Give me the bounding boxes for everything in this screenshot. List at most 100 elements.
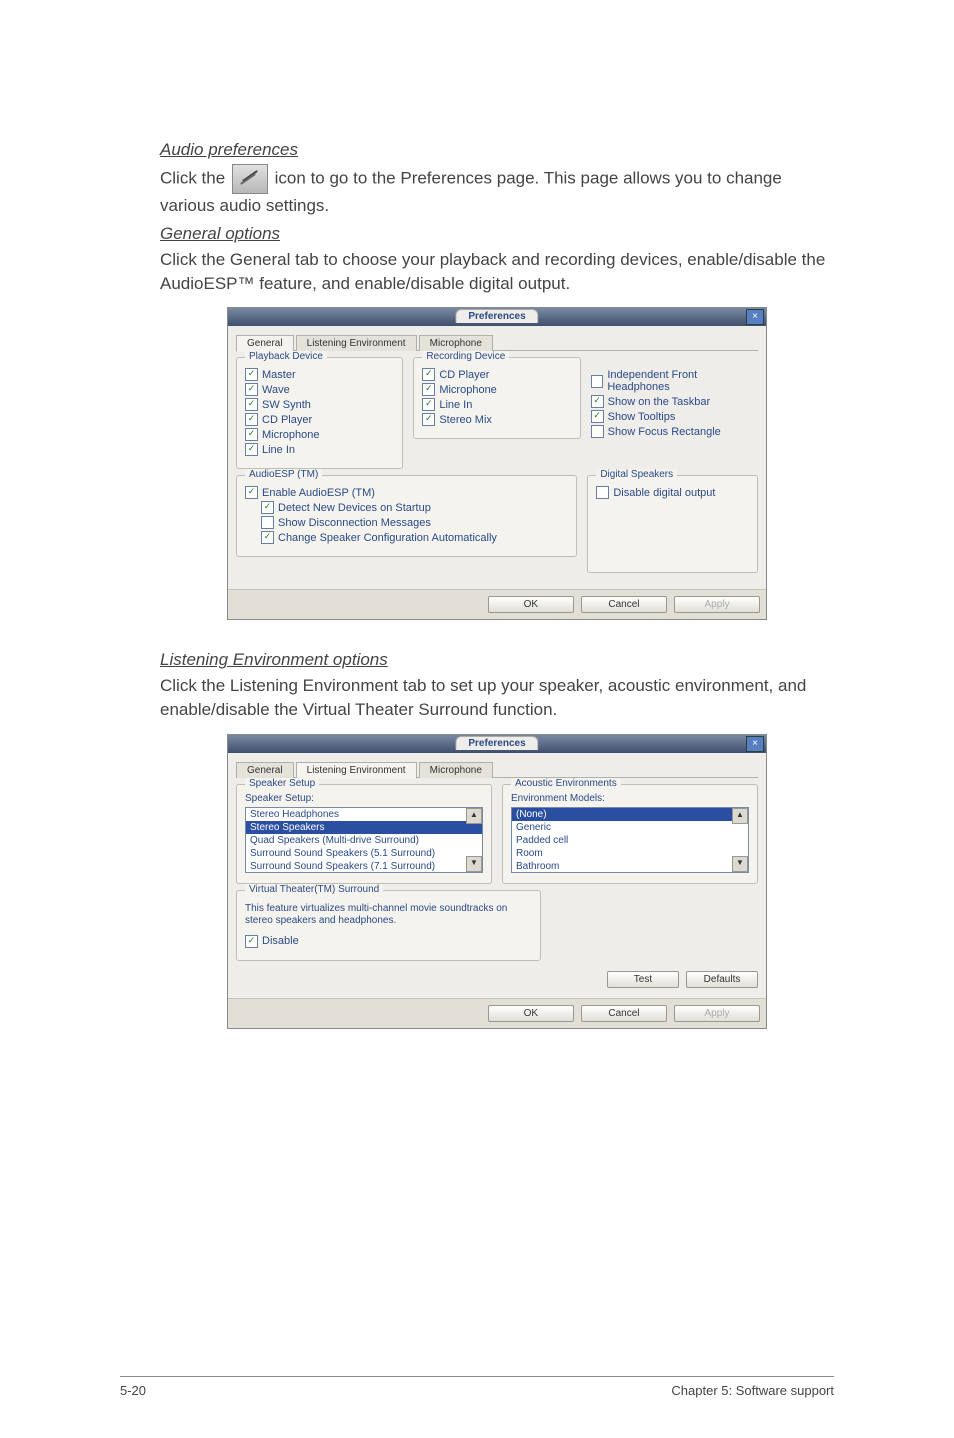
checkbox[interactable] (245, 383, 258, 396)
checkbox[interactable] (261, 516, 274, 529)
sublabel: Speaker Setup: (245, 793, 483, 804)
list-item[interactable]: Surround Sound Speakers (5.1 Surround) (246, 847, 482, 860)
ok-button[interactable]: OK (488, 596, 574, 613)
checkbox[interactable] (422, 398, 435, 411)
apply-button[interactable]: Apply (674, 596, 760, 613)
cancel-button[interactable]: Cancel (581, 1005, 667, 1022)
tab-microphone[interactable]: Microphone (419, 762, 493, 778)
preferences-toolbar-icon (232, 164, 268, 194)
label: CD Player (262, 414, 312, 426)
label: Independent Front Headphones (607, 369, 758, 393)
checkbox[interactable] (261, 531, 274, 544)
group-acoustic-environments: Acoustic Environments Environment Models… (502, 784, 758, 884)
checkbox[interactable] (591, 410, 604, 423)
group-label: AudioESP (TM) (245, 469, 322, 480)
checkbox[interactable] (596, 486, 609, 499)
dialog-title: Preferences (455, 309, 538, 323)
checkbox[interactable] (245, 443, 258, 456)
heading-audio-preferences: Audio preferences (160, 140, 834, 160)
page-number: 5-20 (120, 1383, 146, 1398)
tab-general[interactable]: General (236, 762, 294, 778)
text-click-the: Click the (160, 168, 230, 187)
list-item[interactable]: Stereo Headphones (246, 808, 482, 821)
group-label: Speaker Setup (245, 778, 319, 789)
paragraph-general-options: Click the General tab to choose your pla… (160, 248, 834, 296)
group-virtual-theater: Virtual Theater(TM) Surround This featur… (236, 890, 541, 961)
checkbox[interactable] (591, 425, 604, 438)
checkbox[interactable] (261, 501, 274, 514)
close-icon[interactable]: × (746, 309, 764, 325)
list-item[interactable]: Bathroom (512, 860, 748, 873)
button-bar: OK Cancel Apply (228, 998, 766, 1028)
checkbox[interactable] (422, 383, 435, 396)
checkbox[interactable] (245, 428, 258, 441)
dialog-title: Preferences (455, 736, 538, 750)
label: Microphone (262, 429, 319, 441)
list-item[interactable]: Stereo Speakers (246, 821, 482, 834)
checkbox[interactable] (245, 486, 258, 499)
label: Detect New Devices on Startup (278, 502, 431, 514)
checkbox[interactable] (245, 398, 258, 411)
scroll-down-icon[interactable]: ▼ (466, 856, 482, 872)
checkbox[interactable] (245, 935, 258, 948)
defaults-button[interactable]: Defaults (686, 971, 758, 988)
checkbox[interactable] (245, 368, 258, 381)
dialog-titlebar: Preferences × (228, 308, 766, 326)
label: Wave (262, 384, 290, 396)
label: Line In (262, 444, 295, 456)
preferences-dialog-general: Preferences × General Listening Environm… (227, 307, 767, 620)
heading-listening-environment: Listening Environment options (160, 650, 834, 670)
checkbox[interactable] (245, 413, 258, 426)
list-item[interactable]: Padded cell (512, 834, 748, 847)
environment-listbox[interactable]: (None) Generic Padded cell Room Bathroom… (511, 807, 749, 873)
chapter-label: Chapter 5: Software support (671, 1383, 834, 1398)
label: Disable (262, 935, 299, 947)
label: Change Speaker Configuration Automatical… (278, 532, 497, 544)
label: Show on the Taskbar (608, 396, 711, 408)
list-item[interactable]: Generic (512, 821, 748, 834)
label: SW Synth (262, 399, 311, 411)
list-item[interactable]: Room (512, 847, 748, 860)
sublabel: Environment Models: (511, 793, 749, 804)
ok-button[interactable]: OK (488, 1005, 574, 1022)
label: Line In (439, 399, 472, 411)
group-label: Virtual Theater(TM) Surround (245, 884, 383, 895)
list-item[interactable]: (None) (512, 808, 748, 821)
group-label: Digital Speakers (596, 469, 677, 480)
tab-listening-environment[interactable]: Listening Environment (296, 335, 417, 351)
list-item[interactable]: Surround Sound Speakers (7.1 Surround) (246, 860, 482, 873)
tab-microphone[interactable]: Microphone (419, 335, 493, 351)
group-recording-device: Recording Device CD Player Microphone Li… (413, 357, 580, 439)
dialog-titlebar: Preferences × (228, 735, 766, 753)
checkbox[interactable] (422, 368, 435, 381)
group-audioesp: AudioESP (TM) Enable AudioESP (TM) Detec… (236, 475, 577, 557)
scroll-up-icon[interactable]: ▲ (466, 808, 482, 824)
scroll-up-icon[interactable]: ▲ (732, 808, 748, 824)
group-label: Acoustic Environments (511, 778, 621, 789)
tab-general[interactable]: General (236, 335, 294, 352)
checkbox[interactable] (591, 395, 604, 408)
scroll-down-icon[interactable]: ▼ (732, 856, 748, 872)
label: Show Disconnection Messages (278, 517, 431, 529)
label: Microphone (439, 384, 496, 396)
tabstrip: General Listening Environment Microphone (236, 334, 758, 351)
label: Disable digital output (613, 487, 715, 499)
checkbox[interactable] (591, 375, 604, 388)
close-icon[interactable]: × (746, 736, 764, 752)
tab-listening-environment[interactable]: Listening Environment (296, 762, 417, 779)
label: Show Tooltips (608, 411, 676, 423)
paragraph-listening-environment: Click the Listening Environment tab to s… (160, 674, 834, 722)
virtual-theater-description: This feature virtualizes multi-channel m… (245, 903, 532, 927)
apply-button[interactable]: Apply (674, 1005, 760, 1022)
list-item[interactable]: Quad Speakers (Multi-drive Surround) (246, 834, 482, 847)
label: Master (262, 369, 296, 381)
cancel-button[interactable]: Cancel (581, 596, 667, 613)
heading-general-options: General options (160, 224, 834, 244)
test-button[interactable]: Test (607, 971, 679, 988)
label: CD Player (439, 369, 489, 381)
group-digital-speakers: Digital Speakers Disable digital output (587, 475, 758, 573)
checkbox[interactable] (422, 413, 435, 426)
label: Show Focus Rectangle (608, 426, 721, 438)
group-playback-device: Playback Device Master Wave SW Synth CD … (236, 357, 403, 469)
speaker-setup-listbox[interactable]: Stereo Headphones Stereo Speakers Quad S… (245, 807, 483, 873)
